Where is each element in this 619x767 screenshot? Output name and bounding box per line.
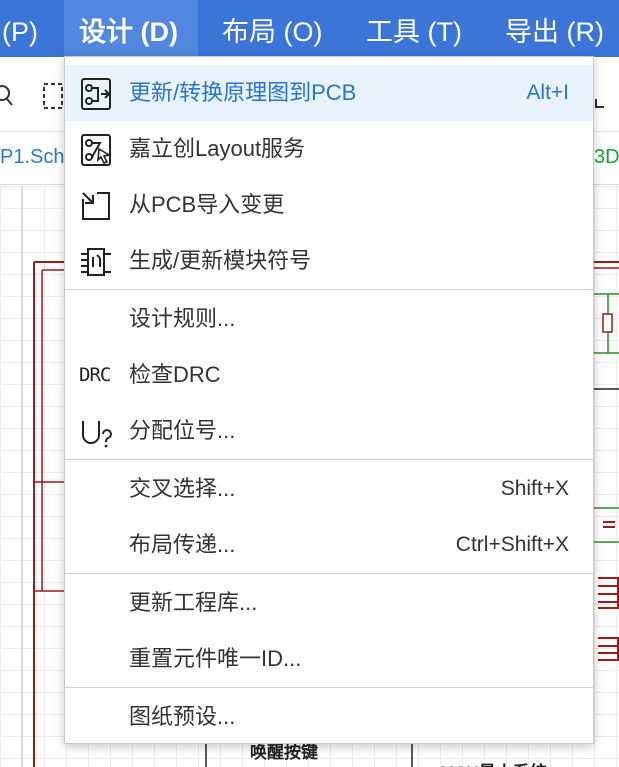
drc-icon: DRC bbox=[79, 364, 111, 386]
menu-item-label: 分配位号... bbox=[129, 418, 236, 443]
menu-item-shortcut: Shift+X bbox=[500, 477, 569, 500]
menubar: (P) 设计 (D) 布局 (O) 工具 (T) 导出 (R) bbox=[0, 0, 619, 57]
design-menu-dropdown: 更新/转换原理图到PCB Alt+I 嘉立创Layout服务 从PCB导入变更 … bbox=[64, 56, 594, 744]
menu-item-assign-designators[interactable]: 分配位号... bbox=[65, 403, 593, 459]
toolbar-more-icon[interactable] bbox=[595, 99, 604, 108]
menu-item-sheet-presets[interactable]: 图纸预设... bbox=[65, 689, 593, 745]
menu-separator bbox=[65, 459, 593, 460]
menu-item-label: 设计规则... bbox=[129, 306, 236, 331]
menu-export[interactable]: 导出 (R) bbox=[505, 0, 604, 57]
menu-item-label: 从PCB导入变更 bbox=[129, 192, 285, 217]
tab-3d[interactable]: 3D bbox=[594, 146, 619, 169]
connector-symbol bbox=[598, 577, 619, 661]
menu-item-update-to-pcb[interactable]: 更新/转换原理图到PCB Alt+I bbox=[65, 65, 593, 121]
menu-item-layout-transfer[interactable]: 布局传递... Ctrl+Shift+X bbox=[65, 517, 593, 573]
menu-item-layout-service[interactable]: 嘉立创Layout服务 bbox=[65, 121, 593, 177]
import-changes-icon bbox=[82, 192, 110, 220]
menu-item-update-project-library[interactable]: 更新工程库... bbox=[65, 575, 593, 631]
tab-schematic[interactable]: P1.Sch bbox=[0, 146, 64, 169]
layout-service-icon bbox=[81, 134, 112, 166]
menu-separator bbox=[65, 687, 593, 688]
menu-item-reset-component-uid[interactable]: 重置元件唯一ID... bbox=[65, 631, 593, 687]
menu-item-label: 交叉选择... bbox=[129, 476, 236, 501]
menu-item-shortcut: Alt+I bbox=[526, 81, 569, 104]
menu-item-label: 图纸预设... bbox=[129, 704, 236, 729]
assign-designator-icon bbox=[82, 421, 112, 448]
menu-item-design-rules[interactable]: 设计规则... bbox=[65, 291, 593, 347]
menu-separator bbox=[65, 573, 593, 574]
menu-separator bbox=[65, 289, 593, 290]
menu-tools[interactable]: 工具 (T) bbox=[366, 0, 462, 57]
mcu-section-label: MCU最小系统 bbox=[440, 758, 547, 767]
menu-item-import-from-pcb[interactable]: 从PCB导入变更 bbox=[65, 177, 593, 233]
menu-design[interactable]: 设计 (D) bbox=[64, 0, 198, 57]
menu-item-label: 检查DRC bbox=[129, 362, 221, 387]
menu-item-label: 布局传递... bbox=[129, 532, 236, 557]
select-box-icon[interactable] bbox=[43, 83, 63, 109]
zoom-icon[interactable] bbox=[0, 85, 13, 106]
menu-place[interactable]: (P) bbox=[2, 0, 38, 57]
menu-item-generate-module-symbol[interactable]: 生成/更新模块符号 bbox=[65, 233, 593, 289]
menu-item-label: 生成/更新模块符号 bbox=[129, 248, 312, 273]
resistor-symbol bbox=[602, 313, 613, 333]
menu-item-label: 更新/转换原理图到PCB bbox=[129, 80, 357, 105]
module-symbol-icon bbox=[81, 248, 111, 276]
menu-item-label: 重置元件唯一ID... bbox=[129, 646, 302, 671]
schematic-to-pcb-icon bbox=[81, 78, 111, 110]
menu-layout[interactable]: 布局 (O) bbox=[222, 0, 323, 57]
menu-item-shortcut: Ctrl+Shift+X bbox=[455, 533, 569, 556]
menu-item-cross-select[interactable]: 交叉选择... Shift+X bbox=[65, 461, 593, 517]
menu-item-label: 更新工程库... bbox=[129, 590, 258, 615]
menu-item-label: 嘉立创Layout服务 bbox=[129, 136, 306, 161]
menu-item-check-drc[interactable]: DRC 检查DRC bbox=[65, 347, 593, 403]
